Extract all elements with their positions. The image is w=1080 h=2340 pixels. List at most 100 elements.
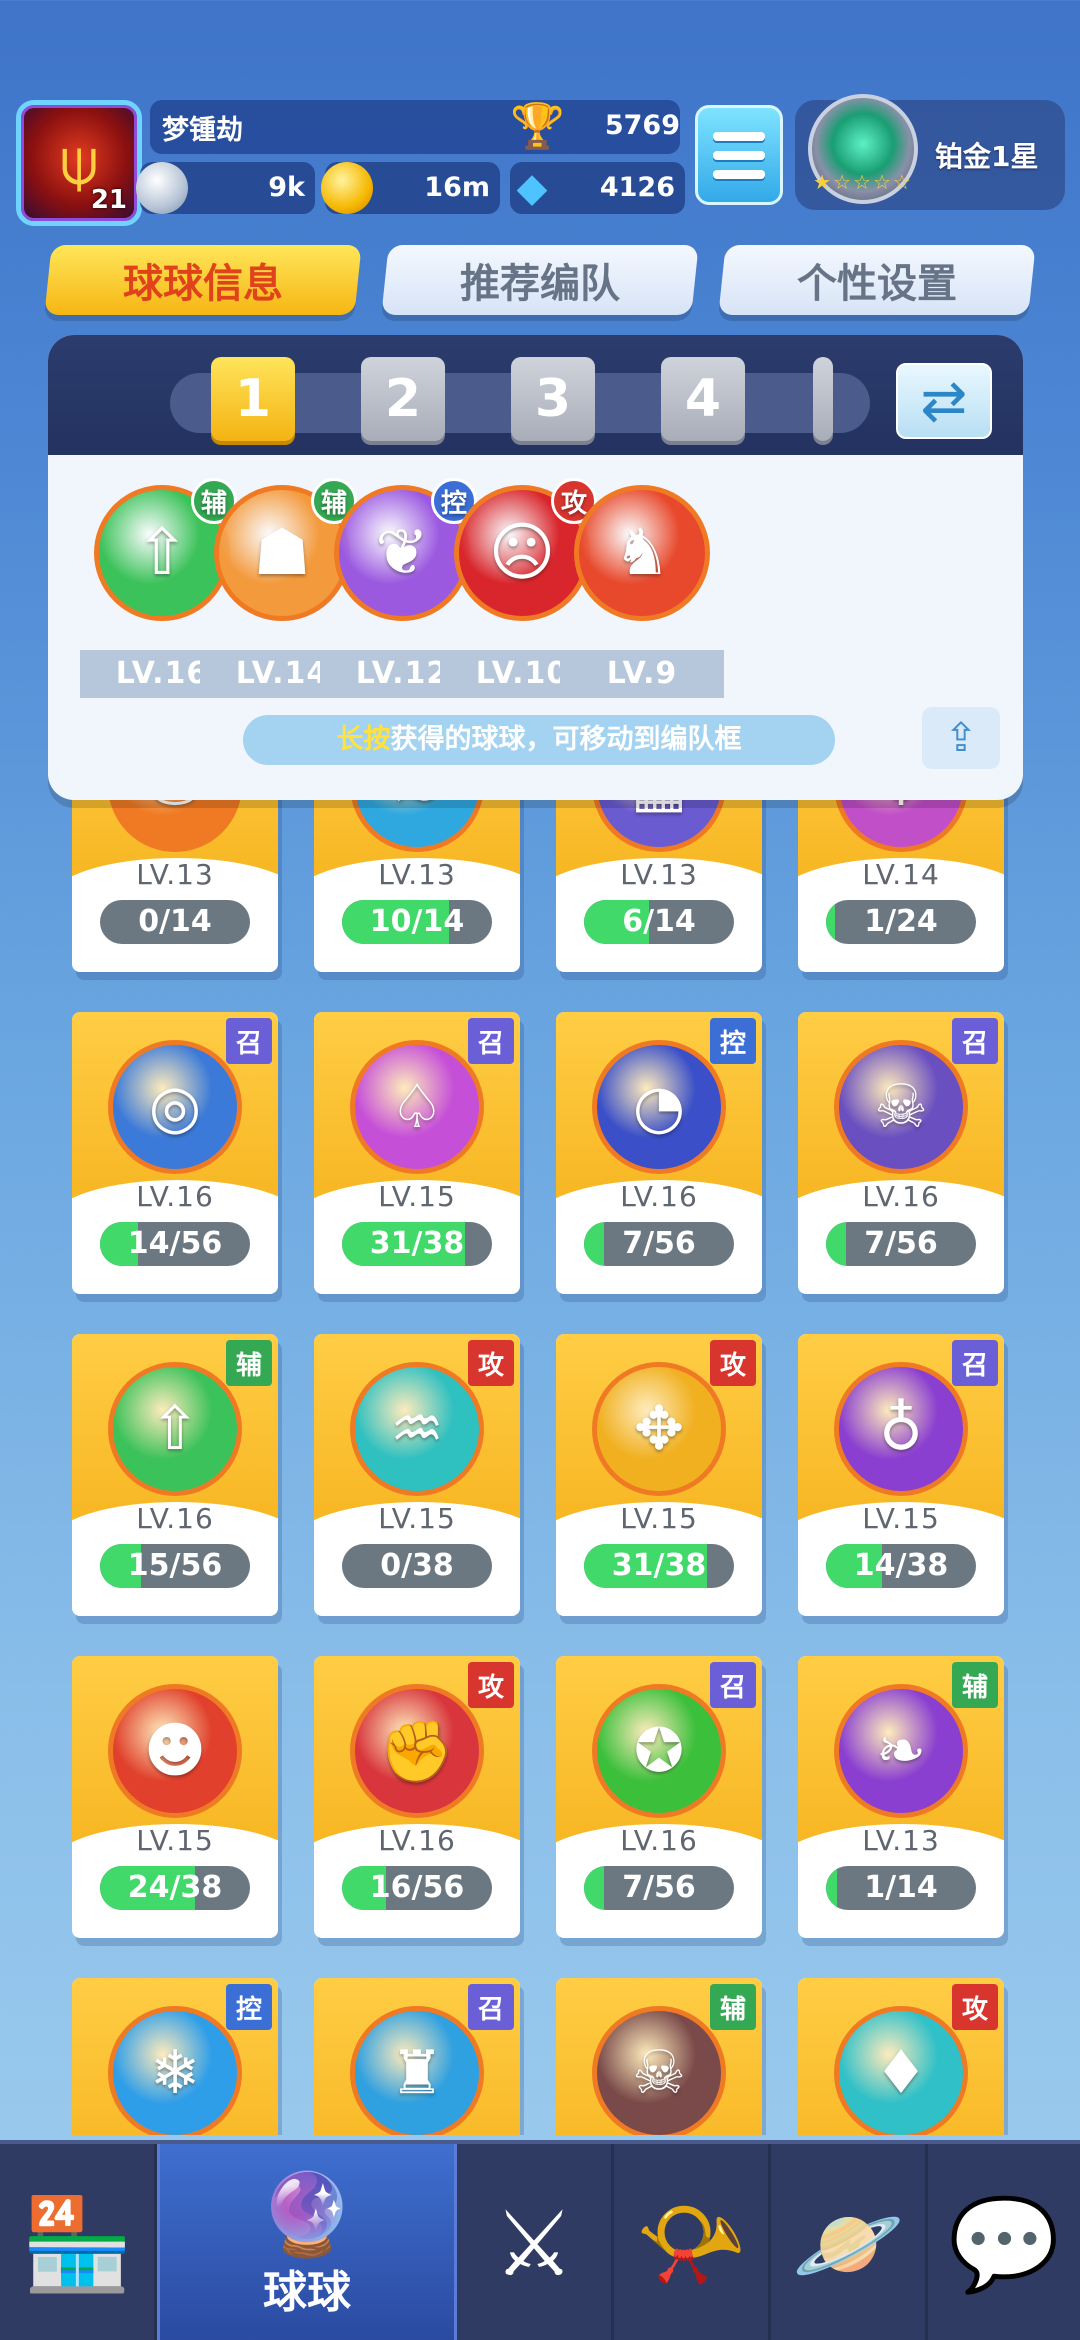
skull-icon: ☠ xyxy=(632,2038,686,2108)
gold-coin-value: 16m xyxy=(424,172,490,203)
ball-level: LV.16 xyxy=(620,1824,698,1857)
player-avatar[interactable]: ⍦ 21 xyxy=(16,100,142,226)
card-progress-bar: 0/14 xyxy=(100,900,250,944)
ball-ghost: ☠ xyxy=(834,1040,968,1174)
share-icon[interactable]: ⇪ xyxy=(922,707,1000,769)
card-progress-bar: 24/38 xyxy=(100,1866,250,1910)
ball-card[interactable]: ☻ LV.15 24/38 xyxy=(72,1656,278,1938)
ball-card[interactable]: ❄ 控 xyxy=(72,1978,278,2135)
team-ball-1[interactable]: ⇧ 辅 xyxy=(94,478,237,621)
ball-level: LV.14 xyxy=(862,858,940,891)
nav-planet[interactable]: 🪐 xyxy=(771,2144,928,2340)
ball-level: LV.13 xyxy=(136,858,214,891)
tab-recommended-team[interactable]: 推荐编队 xyxy=(381,245,699,315)
card-progress-bar: 14/56 xyxy=(100,1222,250,1266)
ball-mushroom: ♤ xyxy=(350,1040,484,1174)
ghost-icon: ☠ xyxy=(874,1072,928,1142)
team-slot-5-partial[interactable] xyxy=(813,357,833,441)
leaf-icon: ❧ xyxy=(875,1716,927,1786)
ball-card[interactable]: ♦ 攻 xyxy=(798,1978,1004,2135)
ball-card[interactable]: ☠ 辅 xyxy=(556,1978,762,2135)
castle-icon: ♜ xyxy=(390,2038,444,2108)
bottom-nav: 🏪 🔮 球球 ⚔ 📯 🪐 💬 xyxy=(0,2140,1080,2340)
ball-card[interactable]: ◎ 召 LV.16 14/56 xyxy=(72,1012,278,1294)
ball-tornado: ♒ xyxy=(350,1362,484,1496)
trophy-count: 5769 xyxy=(604,110,680,141)
ball-card[interactable]: ♨LV.130/14 xyxy=(72,790,278,972)
team-ball-5[interactable]: ♞ xyxy=(574,485,710,621)
card-progress-bar: 1/24 xyxy=(826,900,976,944)
star-icon: ✪ xyxy=(633,1716,685,1786)
ball-card[interactable]: ✥ 攻 LV.15 31/38 xyxy=(556,1334,762,1616)
player-level: 21 xyxy=(90,185,127,215)
card-progress-bar: 16/56 xyxy=(342,1866,492,1910)
ball-card[interactable]: ♤ 召 LV.15 31/38 xyxy=(314,1012,520,1294)
tab-ball-info[interactable]: 球球信息 xyxy=(44,245,362,315)
tab-personal-settings[interactable]: 个性设置 xyxy=(718,245,1036,315)
ball-card[interactable]: ♜ 召 xyxy=(314,1978,520,2135)
swap-icon[interactable]: ⇄ xyxy=(896,363,992,439)
progress-text: 10/14 xyxy=(369,904,465,939)
nav-balls[interactable]: 🔮 球球 xyxy=(157,2144,457,2340)
ball-star: ✪ xyxy=(592,1684,726,1818)
role-badge: 辅 xyxy=(226,1340,272,1386)
ball-icon: 🔮 xyxy=(257,2168,357,2261)
card-progress-bar: 7/56 xyxy=(826,1222,976,1266)
ball-snowflake: ❄ xyxy=(108,2006,242,2135)
menu-line xyxy=(713,169,765,179)
team-ball-4[interactable]: ☹ 攻 xyxy=(454,478,597,621)
swords-icon: ⚔ xyxy=(493,2191,575,2297)
ball-level: LV.15 xyxy=(378,1502,456,1535)
nav-battle[interactable]: ⚔ xyxy=(457,2144,614,2340)
ball-level: LV.15 xyxy=(620,1502,698,1535)
ball-level: LV.16 xyxy=(862,1180,940,1213)
team-ball-2[interactable]: ☗ 辅 xyxy=(214,478,357,621)
ball-card[interactable]: ◔ 控 LV.16 7/56 xyxy=(556,1012,762,1294)
ball-card[interactable]: ♒ 攻 LV.15 0/38 xyxy=(314,1334,520,1616)
diamond-icon: ◆ xyxy=(516,165,548,211)
opera-mask-icon: ☹ xyxy=(488,516,556,590)
role-badge: 召 xyxy=(710,1662,756,1708)
gold-coin-bar[interactable]: 16m xyxy=(321,162,500,214)
silver-coin-bar[interactable]: 9k xyxy=(136,162,315,214)
role-badge: 召 xyxy=(468,1984,514,2030)
ball-card[interactable]: ❧ 辅 LV.13 1/14 xyxy=(798,1656,1004,1938)
card-progress-bar: 1/14 xyxy=(826,1866,976,1910)
team-slot-3[interactable]: 3 xyxy=(511,357,595,441)
team-slot-4[interactable]: 4 xyxy=(661,357,745,441)
card-progress-bar: 6/14 xyxy=(584,900,734,944)
rank-name: 铂金1星 xyxy=(935,140,1039,173)
ball-card[interactable]: ✊ 攻 LV.16 16/56 xyxy=(314,1656,520,1938)
ball-card[interactable]: ≋LV.1310/14 xyxy=(314,790,520,972)
ball-card[interactable]: ⇧ 辅 LV.16 15/56 xyxy=(72,1334,278,1616)
ball-card[interactable]: ☠ 召 LV.16 7/56 xyxy=(798,1012,1004,1294)
dragon-icon: ♞ xyxy=(613,516,671,590)
ball-card[interactable]: ▦LV.136/14 xyxy=(556,790,762,972)
nav-whistle[interactable]: 📯 xyxy=(614,2144,771,2340)
team-slot-1[interactable]: 1 xyxy=(211,357,295,441)
team-panel: 1 2 3 4 ⇄ 长按获得的球球，可移动到编队框 ⇪ ⇧ 辅 LV.16 ☗ 辅 LV.… xyxy=(48,335,1023,800)
ball-level: LV.13 xyxy=(862,1824,940,1857)
ball-card[interactable]: ✪ 召 LV.16 7/56 xyxy=(556,1656,762,1938)
menu-button[interactable] xyxy=(695,105,783,205)
player-name: 梦锺劫 xyxy=(162,114,243,146)
team-slot-2[interactable]: 2 xyxy=(361,357,445,441)
gem-bar[interactable]: ◆ 4126 xyxy=(510,162,685,214)
ball-card[interactable]: ♁ 召 LV.15 14/38 xyxy=(798,1334,1004,1616)
vortex-icon: ◎ xyxy=(148,1072,202,1142)
menu-line xyxy=(713,131,765,141)
tab-label: 推荐编队 xyxy=(460,261,620,307)
ball-leaf: ❧ xyxy=(834,1684,968,1818)
ball-level: LV.16 xyxy=(136,1180,214,1213)
team-ball-3[interactable]: ❦ 控 xyxy=(334,478,477,621)
role-badge: 控 xyxy=(226,1984,272,2030)
ball-level: LV.15 xyxy=(378,1180,456,1213)
ball-crystal: ♦ xyxy=(834,2006,968,2135)
nav-chat[interactable]: 💬 xyxy=(928,2144,1080,2340)
ball-skull: ☠ xyxy=(592,2006,726,2135)
ball-castle: ♜ xyxy=(350,2006,484,2135)
ball-card[interactable]: ♆LV.141/24 xyxy=(798,790,1004,972)
ball-arrow-up: ⇧ xyxy=(108,1362,242,1496)
nav-shop[interactable]: 🏪 xyxy=(0,2144,157,2340)
progress-text: 24/38 xyxy=(127,1870,223,1905)
